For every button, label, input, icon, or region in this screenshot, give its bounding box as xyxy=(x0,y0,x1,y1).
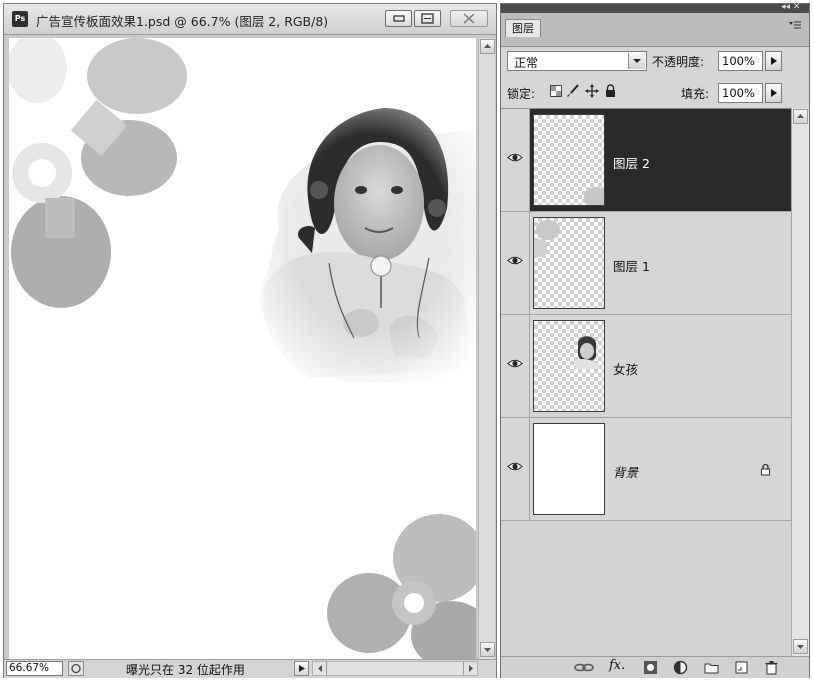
eye-icon xyxy=(507,359,523,368)
panel-collapse-button[interactable]: ◂◂ ✕ xyxy=(781,2,800,12)
document-titlebar[interactable]: Ps 广告宣传板面效果1.psd @ 66.7% (图层 2, RGB/8) xyxy=(4,4,496,35)
panel-header-bar[interactable]: ◂◂ ✕ xyxy=(501,2,809,13)
visibility-toggle[interactable] xyxy=(501,315,530,417)
layer-row-girl[interactable]: 女孩 xyxy=(501,315,791,418)
arrow-up-icon xyxy=(484,44,491,48)
link-layers-icon[interactable] xyxy=(573,660,595,675)
play-arrow-icon xyxy=(771,89,777,97)
arrow-down-icon xyxy=(797,645,804,649)
status-info-icon[interactable] xyxy=(68,661,84,676)
layer-name[interactable]: 图层 1 xyxy=(613,256,650,275)
girl-photo xyxy=(239,98,476,398)
opacity-slider-button[interactable] xyxy=(765,51,782,71)
close-button[interactable] xyxy=(450,10,488,27)
new-group-icon[interactable] xyxy=(704,660,719,675)
lock-icon xyxy=(761,463,770,476)
photoshop-icon: Ps xyxy=(12,11,28,27)
arrow-left-icon xyxy=(318,665,322,672)
horizontal-scrollbar[interactable] xyxy=(312,661,478,676)
panel-tab-row: 图层 xyxy=(501,13,809,47)
arrow-up-icon xyxy=(797,114,804,118)
panel-menu-icon[interactable] xyxy=(788,19,802,29)
blend-mode-select[interactable]: 正常 xyxy=(507,51,647,71)
layer-row-layer-1[interactable]: 图层 1 xyxy=(501,212,791,315)
status-bar: 66.67% 曝光只在 32 位起作用 xyxy=(4,659,496,678)
layer-name[interactable]: 女孩 xyxy=(613,359,638,378)
layer-row-background[interactable]: 背景 xyxy=(501,418,791,521)
status-text: 曝光只在 32 位起作用 xyxy=(126,663,245,677)
adjustment-layer-icon[interactable] xyxy=(673,660,688,675)
maximize-icon xyxy=(421,13,434,24)
layers-panel: ◂◂ ✕ 图层 正常 不透明度: 100% 锁定: 填充: 100% 图层 2 … xyxy=(500,2,810,678)
fill-slider-button[interactable] xyxy=(765,83,782,103)
layer-thumbnail xyxy=(533,320,605,412)
flower-bottom-right xyxy=(327,514,476,659)
scroll-down-button[interactable] xyxy=(480,642,495,657)
scroll-right-button[interactable] xyxy=(463,662,477,675)
layers-list: 图层 2 图层 1 女孩 背景 xyxy=(501,108,791,657)
visibility-toggle[interactable] xyxy=(501,109,530,211)
scroll-left-button[interactable] xyxy=(314,662,327,675)
eye-icon xyxy=(507,256,523,265)
layer-row-layer-2[interactable]: 图层 2 xyxy=(501,109,791,212)
layer-thumbnail xyxy=(533,217,605,309)
layer-name[interactable]: 背景 xyxy=(613,462,638,481)
layer-thumbnail xyxy=(533,114,605,206)
layer-mask-icon[interactable] xyxy=(643,660,658,675)
lock-move-icon[interactable] xyxy=(585,84,599,98)
minimize-icon xyxy=(393,15,405,22)
opacity-label: 不透明度: xyxy=(652,55,705,69)
scroll-up-button[interactable] xyxy=(793,109,808,124)
play-arrow-icon xyxy=(299,665,305,672)
layers-scrollbar[interactable] xyxy=(791,108,809,656)
vertical-scrollbar[interactable] xyxy=(478,38,495,659)
document-title: 广告宣传板面效果1.psd @ 66.7% (图层 2, RGB/8) xyxy=(36,14,329,29)
lock-label: 锁定: xyxy=(507,87,536,101)
lock-brush-icon[interactable] xyxy=(566,84,580,98)
canvas-artwork xyxy=(9,38,476,659)
new-layer-icon[interactable] xyxy=(734,660,749,675)
fx-icon[interactable]: fx. xyxy=(609,658,625,673)
visibility-toggle[interactable] xyxy=(501,212,530,314)
scroll-up-button[interactable] xyxy=(480,39,495,54)
play-arrow-icon xyxy=(771,57,777,65)
layer-thumbnail xyxy=(533,423,605,515)
visibility-toggle[interactable] xyxy=(501,418,530,520)
opacity-field[interactable]: 100% xyxy=(718,51,763,71)
arrow-down-icon xyxy=(484,648,491,652)
scroll-down-button[interactable] xyxy=(793,639,808,654)
delete-layer-icon[interactable] xyxy=(764,660,779,675)
layer-name[interactable]: 图层 2 xyxy=(613,153,650,172)
chevron-down-icon[interactable] xyxy=(628,53,645,69)
lock-all-icon[interactable] xyxy=(604,84,617,98)
fill-label: 填充: xyxy=(681,87,710,101)
maximize-button[interactable] xyxy=(414,10,441,27)
flower-top-left xyxy=(9,38,187,308)
document-canvas[interactable] xyxy=(9,38,476,659)
document-window: Ps 广告宣传板面效果1.psd @ 66.7% (图层 2, RGB/8) 6… xyxy=(3,3,497,678)
status-menu-button[interactable] xyxy=(294,661,309,676)
blend-mode-value: 正常 xyxy=(514,56,539,70)
arrow-right-icon xyxy=(469,665,473,672)
tab-layers[interactable]: 图层 xyxy=(505,19,541,37)
layers-panel-toolbar: fx. xyxy=(501,656,809,678)
fill-field[interactable]: 100% xyxy=(718,83,763,103)
lock-transparency-icon[interactable] xyxy=(550,85,562,97)
zoom-field[interactable]: 66.67% xyxy=(6,661,63,676)
close-icon xyxy=(463,13,475,24)
eye-icon xyxy=(507,153,523,162)
minimize-button[interactable] xyxy=(385,10,412,27)
eye-icon xyxy=(507,462,523,471)
